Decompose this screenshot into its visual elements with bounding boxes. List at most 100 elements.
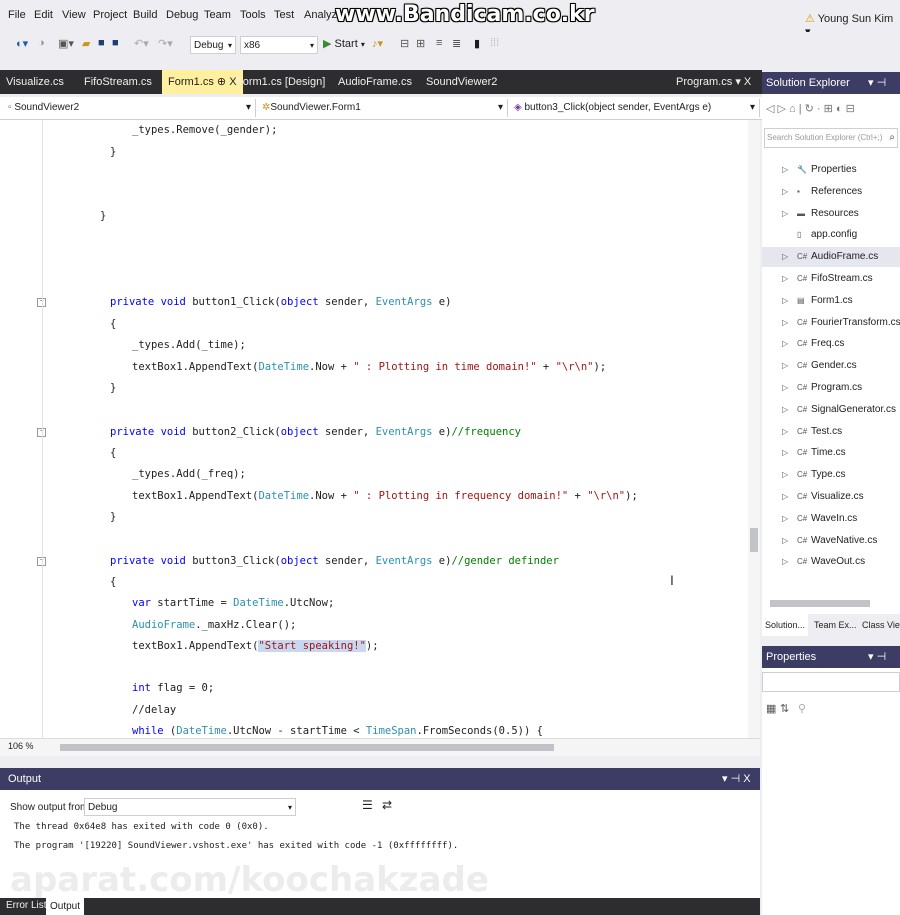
tab-team-explorer[interactable]: Team Ex... xyxy=(814,614,857,636)
menu-team[interactable]: Team xyxy=(204,9,231,21)
expand-icon[interactable]: ▷ xyxy=(782,400,788,420)
solution-search-input[interactable]: Search Solution Explorer (Ctrl+;) ⌕ xyxy=(764,128,898,148)
scroll-thumb[interactable] xyxy=(750,528,758,552)
new-project-icon[interactable]: ▣▾ xyxy=(58,37,74,53)
scroll-thumb[interactable] xyxy=(60,744,554,751)
expand-icon[interactable]: ▷ xyxy=(782,160,788,180)
tab-class-view[interactable]: Class View xyxy=(862,614,900,636)
redo-icon[interactable]: ↷▾ xyxy=(158,37,173,53)
solution-item[interactable]: ▷ C# WaveOut.cs xyxy=(762,552,900,572)
tab-form1-design[interactable]: Form1.cs [Design] xyxy=(236,70,325,94)
expand-icon[interactable]: ▷ xyxy=(782,531,788,551)
panel-controls[interactable]: ▾ ⊣ xyxy=(868,76,886,89)
menu-file[interactable]: File xyxy=(8,9,26,21)
solution-item[interactable]: ▷ C# Program.cs xyxy=(762,378,900,398)
solution-item[interactable]: ▷ C# WaveNative.cs xyxy=(762,531,900,551)
expand-icon[interactable]: ▷ xyxy=(782,204,788,224)
solution-item[interactable]: ▷ C# FourierTransform.cs xyxy=(762,313,900,333)
tab-soundviewer2[interactable]: SoundViewer2 xyxy=(426,70,497,94)
solution-item[interactable]: ▷ C# Test.cs xyxy=(762,422,900,442)
align-icon[interactable]: ⊟ xyxy=(400,37,409,53)
solution-item[interactable]: ▷ C# WaveIn.cs xyxy=(762,509,900,529)
expand-icon[interactable]: ▷ xyxy=(782,182,788,202)
expand-icon[interactable]: ▷ xyxy=(782,465,788,485)
tab-audioframe[interactable]: AudioFrame.cs xyxy=(338,70,412,94)
properties-object-select[interactable] xyxy=(762,672,900,692)
expand-icon[interactable]: ▷ xyxy=(782,552,788,572)
categorized-icon[interactable]: ▦ xyxy=(766,702,776,715)
word-wrap-icon[interactable]: ⇄ xyxy=(382,798,392,812)
member-dropdown[interactable]: ◈ button3_Click(object sender, EventArgs… xyxy=(510,99,760,117)
solution-item[interactable]: ▷ ▬ Resources xyxy=(762,204,900,224)
save-all-icon[interactable]: ■ xyxy=(112,37,119,53)
tab-program-preview[interactable]: Program.cs ▾ X xyxy=(676,70,751,94)
tab-visualize[interactable]: Visualize.cs xyxy=(6,70,64,94)
solution-item[interactable]: ▷ C# Freq.cs xyxy=(762,334,900,354)
expand-icon[interactable]: ▷ xyxy=(782,422,788,442)
uncomment-icon[interactable]: ≣ xyxy=(452,37,461,53)
solution-item[interactable]: ▷ C# FifoStream.cs xyxy=(762,269,900,289)
se-toolbar[interactable]: ◁ ▷ ⌂ | ↻ · ⊞ ◐ ⊟ xyxy=(766,102,855,115)
clear-all-icon[interactable]: ☰ xyxy=(362,798,373,812)
editor-vertical-scrollbar[interactable] xyxy=(748,120,760,738)
expand-icon[interactable]: ▷ xyxy=(782,378,788,398)
expand-icon[interactable]: ▷ xyxy=(782,356,788,376)
navigate-back-icon[interactable]: ◐▾ xyxy=(16,37,28,53)
menu-build[interactable]: Build xyxy=(133,9,157,21)
platform-select[interactable]: x86 ▾ xyxy=(240,36,318,54)
solution-item[interactable]: ▷ C# Type.cs xyxy=(762,465,900,485)
tab-error-list[interactable]: Error List xyxy=(6,900,47,911)
panel-controls[interactable]: ▾ ⊣ X xyxy=(722,772,751,785)
pin-icon[interactable]: ⊕ xyxy=(217,76,226,88)
solution-item[interactable]: ▷ C# Time.cs xyxy=(762,443,900,463)
panel-controls[interactable]: ▾ ⊣ xyxy=(868,650,886,663)
comment-icon[interactable]: ≡ xyxy=(436,37,442,53)
tab-form1[interactable]: Form1.cs ⊕ X xyxy=(162,70,243,94)
solution-item[interactable]: ▷ ▪ References xyxy=(762,182,900,202)
navigate-forward-icon[interactable]: ◑ xyxy=(38,37,45,53)
solution-item[interactable]: ▷ ▤ Form1.cs xyxy=(762,291,900,311)
project-dropdown[interactable]: ▫ SoundViewer2 ▾ xyxy=(4,99,256,117)
property-pages-icon[interactable]: ⚲ xyxy=(798,702,806,715)
save-icon[interactable]: ■ xyxy=(98,37,105,53)
attach-icon[interactable]: ♪▾ xyxy=(372,37,383,53)
zoom-level[interactable]: 106 % xyxy=(8,741,34,751)
menu-view[interactable]: View xyxy=(62,9,86,21)
expand-icon[interactable]: ▷ xyxy=(782,509,788,529)
se-horizontal-scroll-thumb[interactable] xyxy=(770,600,870,607)
toolbar: ◐▾ ◑ ▣▾ ▰ ■ ■ ↶▾ ↷▾ Debug ▾ x86 ▾ ▶ Start … xyxy=(0,32,900,60)
solution-item[interactable]: ▷ C# Gender.cs xyxy=(762,356,900,376)
start-button[interactable]: ▶ Start ▾ xyxy=(323,37,365,53)
solution-item[interactable]: ▷ C# AudioFrame.cs xyxy=(762,247,900,268)
bookmark-icon[interactable]: ▮ xyxy=(474,37,480,53)
menu-project[interactable]: Project xyxy=(93,9,127,21)
open-file-icon[interactable]: ▰ xyxy=(82,37,90,53)
code-editor[interactable]: _types.Remove(_gender); } } − private vo… xyxy=(0,120,750,738)
undo-icon[interactable]: ↶▾ xyxy=(134,37,149,53)
expand-icon[interactable]: ▷ xyxy=(782,247,788,267)
tab-output[interactable]: Output xyxy=(46,898,85,915)
solution-item[interactable]: ▷ C# Visualize.cs xyxy=(762,487,900,507)
tab-solution[interactable]: Solution... xyxy=(762,614,809,636)
format-icon[interactable]: ⊞ xyxy=(416,37,425,53)
class-dropdown[interactable]: ✲SoundViewer.Form1 ▾ xyxy=(258,99,508,117)
tab-fifostream[interactable]: FifoStream.cs xyxy=(84,70,152,94)
solution-item[interactable]: ▷ 🔧 Properties xyxy=(762,160,900,180)
alphabetical-icon[interactable]: ⇅ xyxy=(780,702,789,715)
expand-icon[interactable]: ▷ xyxy=(782,291,788,311)
menu-tools[interactable]: Tools xyxy=(240,9,266,21)
menu-edit[interactable]: Edit xyxy=(34,9,53,21)
solution-item[interactable]: ▷ C# SignalGenerator.cs xyxy=(762,400,900,420)
solution-config-select[interactable]: Debug ▾ xyxy=(190,36,236,54)
expand-icon[interactable]: ▷ xyxy=(782,269,788,289)
editor-horizontal-scrollbar[interactable]: 106 % xyxy=(0,738,760,756)
menu-test[interactable]: Test xyxy=(274,9,294,21)
expand-icon[interactable]: ▷ xyxy=(782,487,788,507)
output-source-select[interactable]: Debug ▾ xyxy=(84,798,296,816)
menu-debug[interactable]: Debug xyxy=(166,9,198,21)
expand-icon[interactable]: ▷ xyxy=(782,334,788,354)
bookmark-prev-icon[interactable]: ⁞⁞⁞ xyxy=(490,37,499,53)
expand-icon[interactable]: ▷ xyxy=(782,313,788,333)
expand-icon[interactable]: ▷ xyxy=(782,443,788,463)
solution-item[interactable]: ▷▯app.config xyxy=(762,225,900,245)
